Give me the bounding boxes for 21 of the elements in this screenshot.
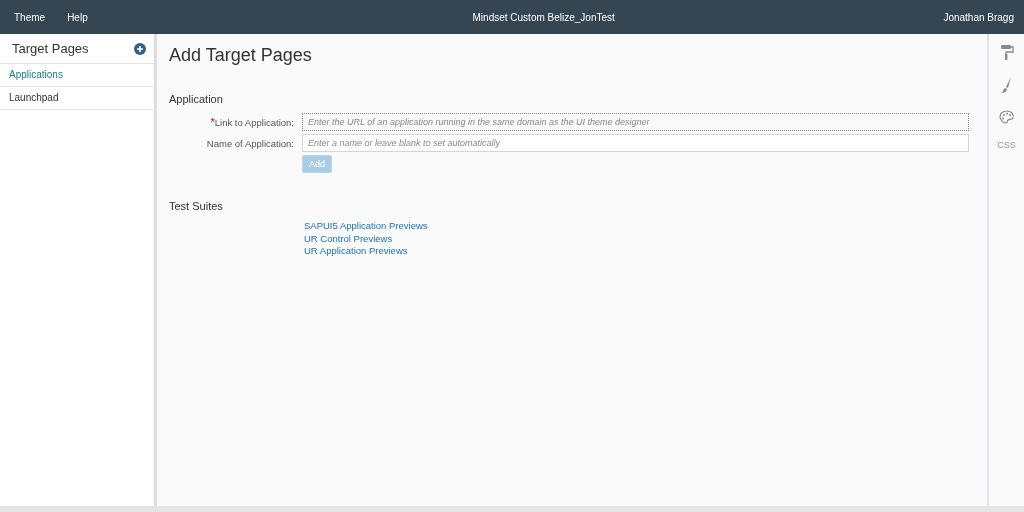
test-suite-link[interactable]: SAPUI5 Application Previews (304, 220, 428, 233)
app-title: Mindset Custom Belize_JonTest (471, 11, 616, 23)
test-suite-link[interactable]: UR Application Previews (304, 245, 408, 258)
paint-roller-icon[interactable] (999, 44, 1014, 60)
brush-icon[interactable] (1001, 76, 1012, 94)
user-name[interactable]: Jonathan Bragg (943, 11, 1014, 23)
menu-item[interactable]: Help (67, 11, 88, 23)
menu-item[interactable]: Theme (14, 11, 46, 23)
sidebar-item[interactable]: Launchpad (0, 87, 154, 110)
test-suite-link[interactable]: UR Control Previews (304, 232, 393, 245)
section-heading: Application (169, 93, 224, 105)
css-tool[interactable]: CSS (997, 140, 1016, 150)
page-title: Add Target Pages (169, 45, 313, 66)
palette-icon[interactable] (998, 110, 1015, 124)
field-label: *Link to Application: (209, 116, 294, 128)
input-field[interactable]: Enter the URL of an application running in the same domain as the UI theme designer (302, 113, 969, 131)
sidebar-title: Target Pages (12, 41, 89, 56)
section-heading: Test Suites (169, 200, 224, 212)
sidebar-item[interactable]: Applications (0, 64, 154, 87)
add-icon[interactable] (134, 42, 146, 55)
field-label: Name of Application: (205, 137, 294, 149)
